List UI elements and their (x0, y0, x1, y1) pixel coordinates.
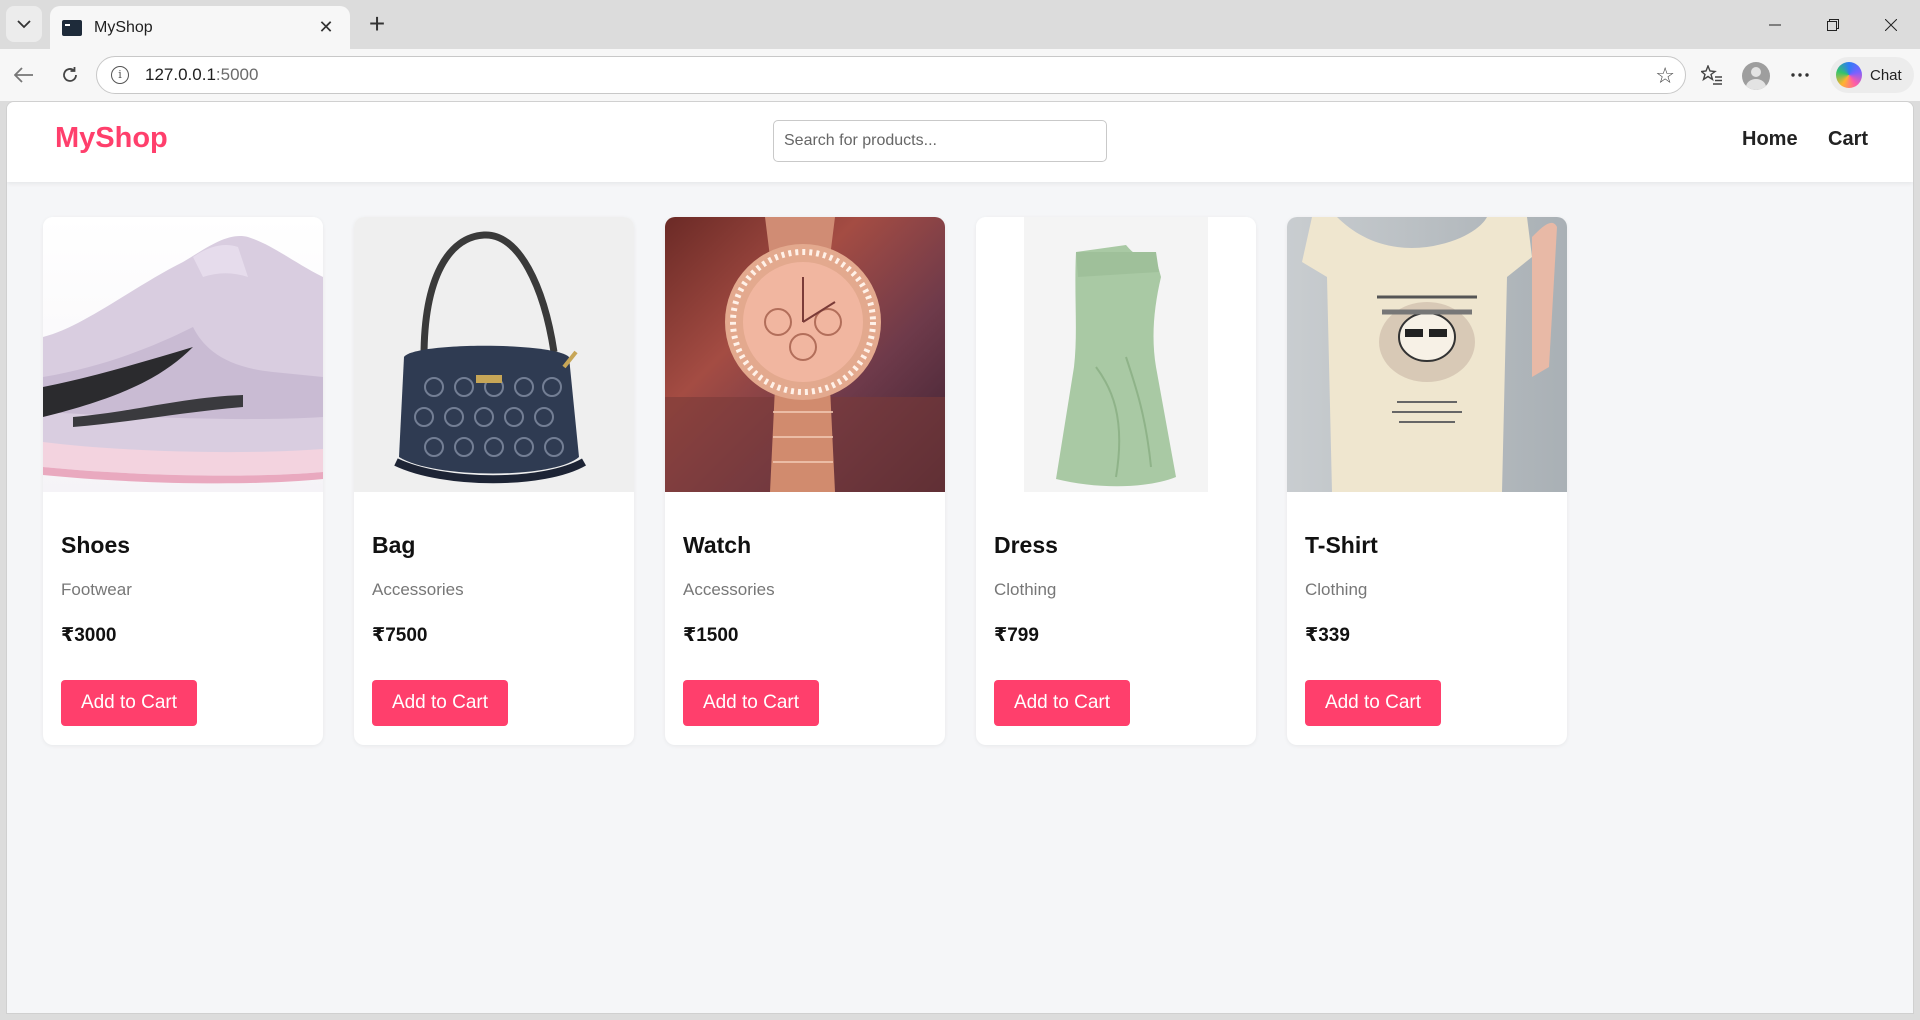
product-card: Shoes Footwear ₹3000 Add to Cart (43, 217, 323, 745)
product-grid: Shoes Footwear ₹3000 Add to Cart Bag Acc… (43, 217, 1567, 745)
close-icon[interactable]: ✕ (314, 17, 338, 38)
address-bar[interactable]: i 127.0.0.1:5000 ☆ (96, 56, 1686, 94)
product-price: ₹1500 (683, 625, 739, 646)
url-host: 127.0.0.1 (145, 65, 216, 84)
minimize-icon[interactable] (1746, 0, 1804, 49)
product-price: ₹3000 (61, 625, 117, 646)
product-category: Clothing (1305, 580, 1368, 599)
browser-toolbar: i 127.0.0.1:5000 ☆ Chat (0, 49, 1920, 101)
product-price: ₹7500 (372, 625, 428, 646)
product-image[interactable] (354, 217, 634, 492)
watch-illustration (665, 217, 945, 492)
window-close-icon[interactable] (1862, 0, 1920, 49)
product-name: Shoes (61, 532, 131, 558)
favorites-list-icon[interactable] (1696, 59, 1728, 91)
product-price: ₹339 (1305, 625, 1350, 646)
tab-strip: MyShop ✕ + (0, 0, 1920, 49)
nav-cart-link[interactable]: Cart (1828, 128, 1868, 151)
favorite-star-icon[interactable]: ☆ (1655, 63, 1675, 89)
shoe-illustration (43, 236, 323, 484)
reload-icon[interactable] (54, 59, 86, 91)
window-controls (1746, 0, 1920, 49)
restore-icon[interactable] (1804, 0, 1862, 49)
product-card: Bag Accessories ₹7500 Add to Cart (354, 217, 634, 745)
nav-home-link[interactable]: Home (1742, 128, 1798, 151)
product-name: T-Shirt (1305, 532, 1378, 558)
product-image[interactable] (976, 217, 1256, 492)
product-category: Footwear (61, 580, 132, 599)
copilot-icon (1836, 62, 1862, 88)
add-to-cart-button[interactable]: Add to Cart (372, 680, 508, 726)
add-to-cart-button[interactable]: Add to Cart (61, 680, 197, 726)
copilot-chat-button[interactable]: Chat (1830, 57, 1914, 93)
browser-tab[interactable]: MyShop ✕ (50, 6, 350, 49)
product-card: Dress Clothing ₹799 Add to Cart (976, 217, 1256, 745)
chat-label: Chat (1870, 66, 1902, 84)
product-category: Accessories (683, 580, 775, 599)
add-to-cart-button[interactable]: Add to Cart (994, 680, 1130, 726)
site-info-icon[interactable]: i (111, 66, 129, 84)
product-image[interactable] (1287, 217, 1567, 492)
dress-illustration (1024, 217, 1208, 492)
profile-avatar[interactable] (1742, 62, 1770, 90)
search-input[interactable] (773, 120, 1107, 162)
site-logo[interactable]: MyShop (55, 122, 168, 155)
add-to-cart-button[interactable]: Add to Cart (1305, 680, 1441, 726)
tab-title: MyShop (94, 18, 153, 36)
more-options-icon[interactable] (1784, 59, 1816, 91)
back-arrow-icon[interactable] (8, 59, 40, 91)
new-tab-button[interactable]: + (362, 10, 392, 40)
product-price: ₹799 (994, 625, 1039, 646)
chevron-down-icon (17, 20, 31, 29)
product-category: Clothing (994, 580, 1057, 599)
product-name: Watch (683, 532, 752, 558)
product-category: Accessories (372, 580, 464, 599)
product-image[interactable] (665, 217, 945, 492)
product-name: Dress (994, 532, 1058, 558)
terminal-icon (62, 19, 82, 36)
page-viewport: MyShop Home Cart Shoes Footwear ₹3000 (6, 101, 1914, 1014)
product-name: Bag (372, 532, 416, 558)
tab-search-button[interactable] (6, 6, 42, 42)
product-card: Watch Accessories ₹1500 Add to Cart (665, 217, 945, 745)
bag-illustration (394, 231, 586, 484)
site-header: MyShop Home Cart (7, 102, 1913, 182)
tshirt-illustration (1302, 217, 1557, 492)
add-to-cart-button[interactable]: Add to Cart (683, 680, 819, 726)
product-card: T-Shirt Clothing ₹339 Add to Cart (1287, 217, 1567, 745)
url-port: :5000 (215, 65, 259, 84)
product-image[interactable] (43, 217, 323, 492)
